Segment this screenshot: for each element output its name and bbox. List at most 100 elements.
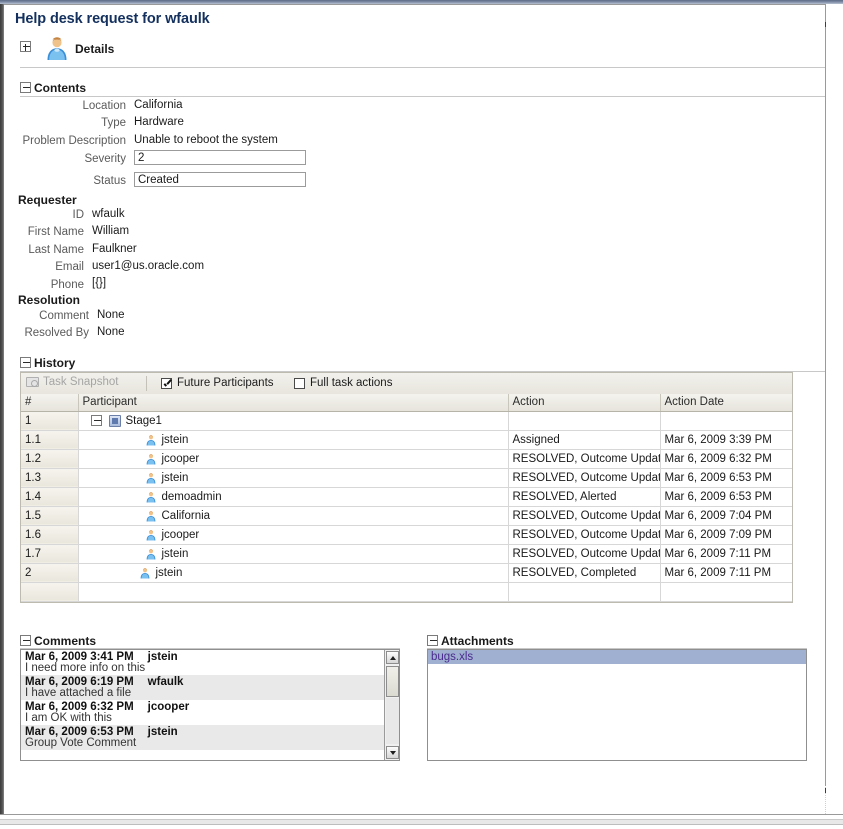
cell-participant[interactable]: California bbox=[78, 506, 509, 526]
collapse-comments-icon[interactable] bbox=[20, 635, 31, 646]
column-header-num[interactable]: # bbox=[21, 394, 79, 412]
task-content-area: Help desk request for wfaulk Details Con… bbox=[4, 5, 825, 814]
attachment-row[interactable]: bugs.xls bbox=[428, 650, 806, 664]
contents-section-header[interactable]: Contents bbox=[20, 81, 86, 95]
scrollbar-thumb[interactable] bbox=[386, 666, 399, 697]
severity-input[interactable] bbox=[134, 150, 306, 165]
participant-name: jcooper bbox=[161, 528, 200, 541]
user-icon bbox=[145, 491, 157, 503]
cell-action: RESOLVED, Outcome Updated bbox=[508, 468, 661, 488]
table-row[interactable]: 2 jstein RESOLVED, Completed Mar 6, 2009 7:… bbox=[21, 563, 792, 583]
field-label-last-name: Last Name bbox=[28, 244, 84, 256]
history-table-body: 1 Stage1 1.1 jstein Assigned Mar 6, 2009 3:39… bbox=[21, 411, 792, 602]
column-header-action-date[interactable]: Action Date bbox=[660, 394, 792, 412]
history-section-header[interactable]: History bbox=[20, 356, 75, 370]
field-value-id: wfaulk bbox=[92, 208, 125, 220]
contents-section-divider bbox=[20, 96, 825, 97]
cell-action-date bbox=[660, 582, 792, 602]
full-task-actions-label: Full task actions bbox=[310, 377, 393, 389]
scrollbar-track[interactable] bbox=[386, 698, 399, 744]
cell-action-date: Mar 6, 2009 7:04 PM bbox=[660, 506, 792, 526]
cell-participant[interactable]: demoadmin bbox=[78, 487, 509, 507]
user-icon bbox=[145, 472, 157, 484]
comments-section-header[interactable]: Comments bbox=[20, 634, 96, 648]
status-input[interactable] bbox=[134, 172, 306, 187]
table-row[interactable]: 1.1 jstein Assigned Mar 6, 2009 3:39 PM bbox=[21, 430, 792, 450]
cell-action-date: Mar 6, 2009 7:11 PM bbox=[660, 563, 792, 583]
column-header-participant[interactable]: Participant bbox=[78, 394, 509, 412]
table-row[interactable]: 1.5 California RESOLVED, Outcome Updated Ma… bbox=[21, 506, 792, 526]
participant-name: jstein bbox=[155, 566, 183, 579]
field-value-resolved-by: None bbox=[97, 326, 125, 338]
contents-section-label: Contents bbox=[34, 81, 86, 95]
field-label-phone: Phone bbox=[50, 279, 84, 291]
column-header-action[interactable]: Action bbox=[508, 394, 661, 412]
table-row[interactable]: 1.4 demoadmin RESOLVED, Alerted Mar 6, 2009… bbox=[21, 487, 792, 507]
future-participants-checkbox[interactable]: Future Participants bbox=[161, 377, 274, 389]
task-snapshot-button[interactable]: Task Snapshot bbox=[26, 376, 118, 388]
field-value-phone: [{}] bbox=[92, 277, 107, 289]
field-label-resolved-by: Resolved By bbox=[24, 327, 89, 339]
user-icon bbox=[145, 453, 157, 465]
cell-participant[interactable]: jstein bbox=[78, 544, 509, 564]
attachments-section-header[interactable]: Attachments bbox=[427, 634, 514, 648]
table-row[interactable]: 1 Stage1 bbox=[21, 411, 792, 431]
cell-row-number: 1.6 bbox=[21, 525, 79, 545]
content-frame-right-border bbox=[825, 4, 826, 815]
stage-icon bbox=[108, 414, 121, 427]
list-item[interactable]: Mar 6, 2009 6:19 PM wfaulk I have attached… bbox=[21, 675, 385, 700]
cell-action bbox=[508, 411, 661, 431]
comment-text: I have attached a file bbox=[25, 687, 132, 699]
details-header-row[interactable]: Details bbox=[20, 35, 810, 63]
collapse-attachments-icon[interactable] bbox=[427, 635, 438, 646]
comment-text: Group Vote Comment bbox=[25, 737, 137, 749]
cell-participant[interactable]: jstein bbox=[78, 563, 509, 583]
table-row[interactable]: 1.6 jcooper RESOLVED, Outcome Updated Mar 6… bbox=[21, 525, 792, 545]
scroll-up-button[interactable] bbox=[386, 651, 399, 664]
field-label-comment: Comment bbox=[39, 310, 89, 322]
user-icon bbox=[139, 567, 151, 579]
cell-action-date: Mar 6, 2009 7:09 PM bbox=[660, 525, 792, 545]
history-table-container: # Participant Action Action Date 1 Stage1… bbox=[20, 394, 793, 603]
list-item[interactable]: Mar 6, 2009 6:53 PM jstein Group Vote Comm… bbox=[21, 725, 385, 750]
table-row[interactable] bbox=[21, 582, 792, 602]
table-row[interactable]: 1.7 jstein RESOLVED, Outcome Updated Mar 6,… bbox=[21, 544, 792, 564]
collapse-history-icon[interactable] bbox=[20, 357, 31, 368]
checkbox-unchecked-icon[interactable] bbox=[294, 377, 305, 389]
cell-action: RESOLVED, Outcome Updated bbox=[508, 544, 661, 564]
table-row[interactable]: 1.3 jstein RESOLVED, Outcome Updated Mar 6,… bbox=[21, 468, 792, 488]
full-task-actions-checkbox[interactable]: Full task actions bbox=[294, 377, 392, 389]
cell-row-number: 1.2 bbox=[21, 449, 79, 469]
comment-text: I need more info on this bbox=[25, 662, 146, 674]
field-value-email: user1@us.oracle.com bbox=[92, 260, 205, 272]
history-toolbar: Task Snapshot Future Participants Full t… bbox=[20, 372, 793, 394]
resolution-group-label: Resolution bbox=[18, 293, 80, 307]
comments-scrollbar[interactable] bbox=[384, 650, 399, 760]
expand-details-icon[interactable] bbox=[20, 41, 31, 52]
scroll-down-button[interactable] bbox=[386, 746, 399, 759]
list-item[interactable]: Mar 6, 2009 6:32 PM jcooper I am OK with t… bbox=[21, 700, 385, 725]
cell-participant[interactable]: Stage1 bbox=[78, 411, 509, 431]
cell-participant[interactable]: jcooper bbox=[78, 449, 509, 469]
participant-name: Stage1 bbox=[125, 414, 162, 427]
cell-participant[interactable]: jstein bbox=[78, 430, 509, 450]
cell-action: RESOLVED, Outcome Updated bbox=[508, 525, 661, 545]
table-row[interactable]: 1.2 jcooper RESOLVED, Outcome Updated Mar 6… bbox=[21, 449, 792, 469]
cell-action-date: Mar 6, 2009 6:32 PM bbox=[660, 449, 792, 469]
cell-participant[interactable]: jcooper bbox=[78, 525, 509, 545]
cell-row-number: 1.7 bbox=[21, 544, 79, 564]
checkbox-checked-icon[interactable] bbox=[161, 377, 172, 389]
cell-action bbox=[508, 582, 661, 602]
collapse-contents-icon[interactable] bbox=[20, 82, 31, 93]
requester-group-label: Requester bbox=[18, 193, 77, 207]
field-label-status: Status bbox=[93, 175, 126, 187]
cell-participant[interactable]: jstein bbox=[78, 468, 509, 488]
comment-author: jstein bbox=[147, 726, 178, 738]
field-value-problem-description: Unable to reboot the system bbox=[134, 134, 278, 146]
cell-participant[interactable] bbox=[78, 582, 509, 602]
participant-name: jcooper bbox=[161, 452, 200, 465]
collapse-stage-icon[interactable] bbox=[90, 415, 102, 426]
attachments-section-label: Attachments bbox=[441, 634, 514, 648]
list-item[interactable]: Mar 6, 2009 3:41 PM jstein I need more inf… bbox=[21, 650, 385, 675]
attachment-link-bugs-xls[interactable]: bugs.xls bbox=[431, 651, 473, 663]
